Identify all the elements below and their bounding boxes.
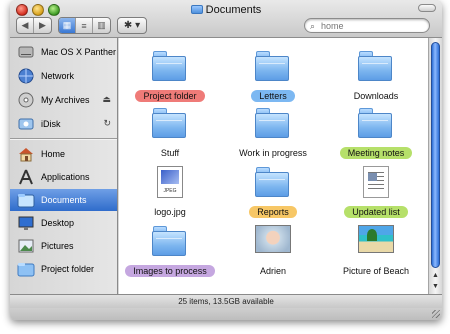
document-icon [363,166,399,202]
resize-grip-icon[interactable] [432,310,440,318]
sidebar-item-label: Applications [41,172,90,182]
sidebar-item-label: Mac OS X Panther [41,47,117,57]
item-label: Adrien [259,266,286,276]
file-item[interactable]: Images to process [122,225,218,285]
sidebar-item-label: Desktop [41,218,75,228]
sidebar-item-idisk[interactable]: iDisk ↻ [10,113,117,135]
title-toolbar: Documents ◀ ▶ ▦ ≡ ▥ ✱ ▾ ⌕ [10,0,442,38]
status-bar: 25 items, 13.5GB available [10,294,442,308]
sidebar-item-documents[interactable]: Documents [10,189,117,211]
project-folder-icon [17,260,35,278]
window-title-text: Documents [205,4,262,16]
sidebar-item-home[interactable]: Home [10,143,117,165]
jpeg-file-icon: JPEG [152,166,188,202]
search-field[interactable]: ⌕ [304,18,430,33]
applications-icon [17,168,35,186]
file-browser-content: Project folder Letters Downloads Stuff W… [119,38,428,294]
file-item[interactable]: Stuff [122,107,218,167]
item-label: logo.jpg [154,207,186,217]
item-label: Images to process [125,265,215,277]
file-item[interactable]: Picture of Beach [328,225,424,285]
file-item[interactable]: JPEG logo.jpg [122,166,218,226]
item-label: Stuff [160,148,180,158]
network-globe-icon [17,67,35,85]
sidebar-item-pictures[interactable]: Pictures [10,235,117,257]
file-item[interactable]: Project folder [122,50,218,110]
search-icon: ⌕ [310,21,316,31]
item-label: Work in progress [239,148,307,158]
column-view-button[interactable]: ▥ [93,18,110,33]
hard-disk-icon [17,43,35,61]
sidebar-item-desktop[interactable]: Desktop [10,212,117,234]
folder-icon [255,166,291,202]
idisk-icon [17,115,35,133]
file-item[interactable]: Reports [225,166,321,226]
item-label: Reports [249,206,297,218]
jpeg-tag: JPEG [163,188,177,194]
file-item[interactable]: Meeting notes [328,107,424,167]
folder-icon [358,107,394,143]
disk-icon [17,91,35,109]
status-text: 25 items, 13.5GB available [178,297,274,306]
photo-thumbnail-icon [358,225,394,261]
folder-icon [255,107,291,143]
documents-folder-icon [17,191,35,209]
file-item[interactable]: Updated list [328,166,424,226]
icon-view-button[interactable]: ▦ [59,18,76,33]
sidebar-item-label: My Archives [41,95,90,105]
navigation-buttons: ◀ ▶ [16,17,52,34]
home-icon [17,145,35,163]
folder-icon [190,5,203,14]
pictures-icon [17,237,35,255]
toolbar-toggle-button[interactable] [418,4,436,12]
sync-icon[interactable]: ↻ [103,118,111,129]
action-menu-button[interactable]: ✱ ▾ [117,17,147,34]
back-button[interactable]: ◀ [17,18,34,33]
folder-icon [152,107,188,143]
item-label: Meeting notes [339,147,413,159]
forward-button[interactable]: ▶ [34,18,51,33]
item-label: Picture of Beach [342,266,410,276]
view-mode-buttons: ▦ ≡ ▥ [58,17,111,34]
photo-thumbnail-icon [255,225,291,261]
sidebar-item-my-archives[interactable]: My Archives ⏏ [10,89,117,111]
folder-icon [152,225,188,261]
sidebar-item-project-folder[interactable]: Project folder [10,258,117,280]
scroll-down-arrow-icon[interactable]: ▼ [429,281,442,292]
sidebar-item-label: Network [41,71,75,81]
file-item[interactable]: Work in progress [225,107,321,167]
item-label: Letters [251,90,295,102]
sidebar-item-label: Pictures [41,241,74,251]
scroll-up-arrow-icon[interactable]: ▲ [429,270,442,281]
finder-window: Documents ◀ ▶ ▦ ≡ ▥ ✱ ▾ ⌕ Mac OS X Panth… [10,0,442,320]
file-item[interactable]: Letters [225,50,321,110]
item-label: Updated list [344,206,408,218]
item-label: Project folder [135,90,205,102]
window-bottom-edge [10,308,442,320]
sidebar-item-label: iDisk [41,119,61,129]
sidebar-item-label: Documents [41,195,87,205]
sidebar-item-label: Home [41,149,66,159]
file-item[interactable]: Adrien [225,225,321,285]
file-item[interactable]: Downloads [328,50,424,110]
window-title: Documents [10,4,442,16]
list-view-button[interactable]: ≡ [76,18,93,33]
folder-icon [255,50,291,86]
eject-icon[interactable]: ⏏ [102,94,111,105]
scrollbar-thumb[interactable] [431,42,440,268]
sidebar-item-label: Project folder [41,264,95,274]
sidebar-item-mac-os-x-panther[interactable]: Mac OS X Panther [10,41,117,63]
desktop-icon [17,214,35,232]
vertical-scrollbar[interactable]: ▲ ▼ [428,38,442,294]
search-input[interactable] [321,20,421,31]
folder-icon [152,50,188,86]
item-label: Downloads [353,91,399,101]
sidebar-item-network[interactable]: Network [10,65,117,87]
sidebar: Mac OS X Panther Network My Archives ⏏ i… [10,38,118,294]
sidebar-divider [10,138,117,140]
folder-icon [358,50,394,86]
sidebar-item-applications[interactable]: Applications [10,166,117,188]
